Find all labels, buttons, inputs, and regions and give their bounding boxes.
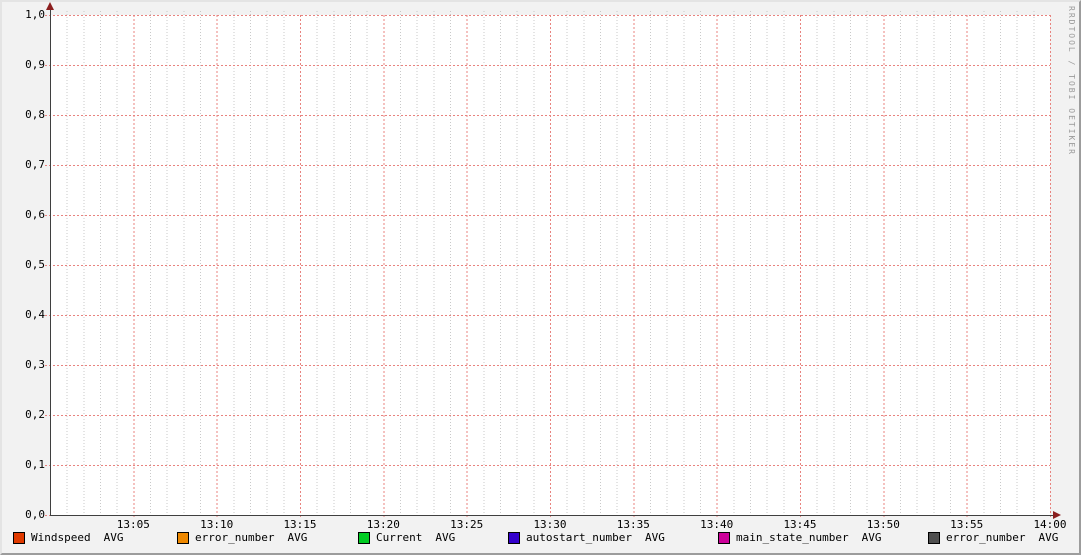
x-tick-label: 13:20 [366, 518, 400, 531]
legend-series-stat: AVG [103, 531, 124, 544]
legend-series-name: error_number [946, 531, 1026, 544]
x-tick-label: 13:35 [616, 518, 650, 531]
x-tick-label: 13:55 [950, 518, 984, 531]
legend-series-name: main_state_number [736, 531, 849, 544]
legend-swatch-icon [13, 532, 25, 544]
legend-item: main_state_number AVG [718, 531, 881, 545]
y-tick-label: 0,2 [25, 408, 45, 421]
x-axis-line [50, 515, 1054, 516]
x-tick-label: 13:30 [533, 518, 567, 531]
x-tick-label: 13:50 [866, 518, 900, 531]
x-tick-label: 14:00 [1033, 518, 1067, 531]
plot-area [45, 11, 1051, 519]
y-tick-label: 0,3 [25, 358, 45, 371]
legend-series-stat: AVG [435, 531, 456, 544]
legend-series-stat: AVG [644, 531, 665, 544]
legend-series-stat: AVG [287, 531, 308, 544]
legend-swatch-icon [508, 532, 520, 544]
y-axis-arrow-icon [46, 2, 54, 10]
x-tick-label: 13:25 [450, 518, 484, 531]
legend-series-name: autostart_number [526, 531, 632, 544]
y-tick-label: 1,0 [25, 8, 45, 21]
y-tick-label: 0,9 [25, 58, 45, 71]
legend-series-name: error_number [195, 531, 275, 544]
legend-series-stat: AVG [861, 531, 882, 544]
legend-swatch-icon [718, 532, 730, 544]
y-tick-label: 0,0 [25, 508, 45, 521]
grid-lines [45, 11, 1051, 519]
legend-series-name: Current [376, 531, 423, 544]
y-tick-label: 0,8 [25, 108, 45, 121]
legend-swatch-icon [928, 532, 940, 544]
legend-item: Current AVG [358, 531, 455, 545]
legend-item: error_number AVG [928, 531, 1058, 545]
legend-item: Windspeed AVG [13, 531, 123, 545]
legend-series-name: Windspeed [31, 531, 91, 544]
y-tick-label: 0,6 [25, 208, 45, 221]
x-tick-label: 13:45 [783, 518, 817, 531]
legend-swatch-icon [358, 532, 370, 544]
y-tick-label: 0,5 [25, 258, 45, 271]
x-tick-label: 13:40 [700, 518, 734, 531]
watermark: RRDTOOL / TOBI OETIKER [1067, 6, 1076, 156]
legend-swatch-icon [177, 532, 189, 544]
y-tick-label: 0,7 [25, 158, 45, 171]
y-axis-line [50, 7, 51, 516]
y-tick-label: 0,4 [25, 308, 45, 321]
y-tick-label: 0,1 [25, 458, 45, 471]
x-tick-label: 13:15 [283, 518, 317, 531]
x-tick-label: 13:05 [116, 518, 150, 531]
legend-item: autostart_number AVG [508, 531, 665, 545]
legend-item: error_number AVG [177, 531, 307, 545]
legend-series-stat: AVG [1038, 531, 1059, 544]
rrdtool-graph: 1,0 0,9 0,8 0,7 0,6 0,5 0,4 0,3 0,2 0,1 0,0 13:05 1… [0, 0, 1081, 555]
x-tick-label: 13:10 [200, 518, 234, 531]
